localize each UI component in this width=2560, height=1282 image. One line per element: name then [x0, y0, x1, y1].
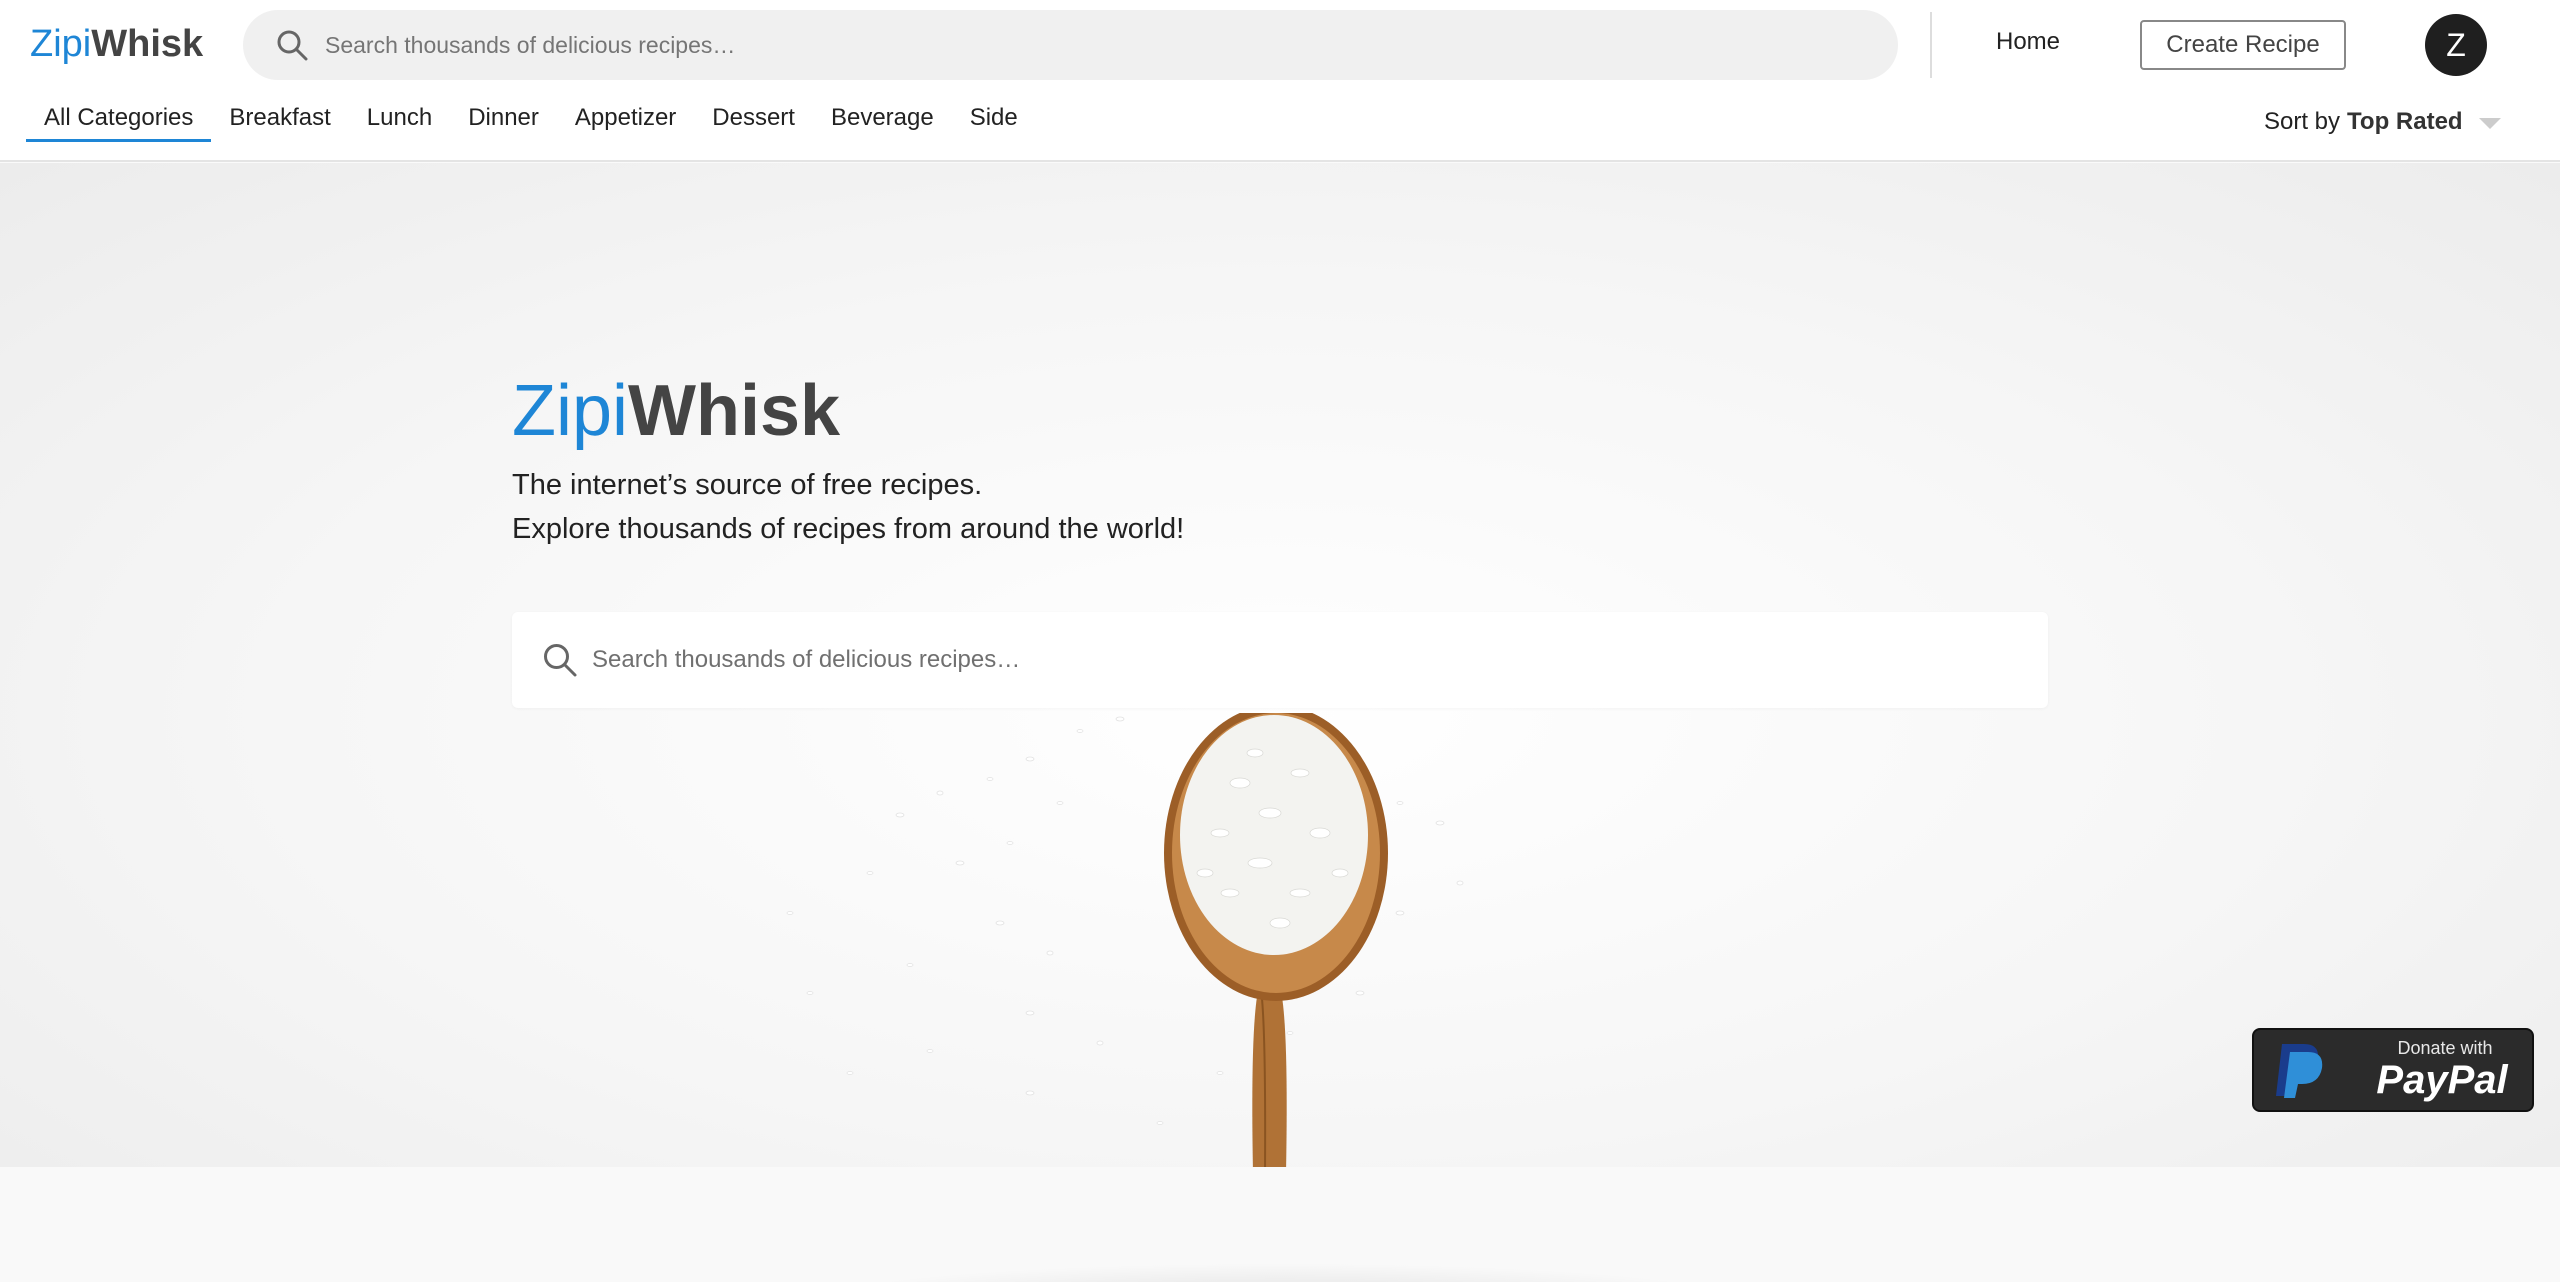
user-avatar[interactable]: Z [2425, 14, 2487, 76]
paypal-donate-button[interactable]: Donate with PayPal [2252, 1028, 2534, 1112]
tagline-line-2: Explore thousands of recipes from around… [512, 513, 1185, 545]
paypal-brand: PayPal [2376, 1058, 2508, 1102]
hero-tagline: The internet’s source of free recipes. E… [512, 463, 1184, 551]
hero-search-input[interactable] [592, 612, 2022, 708]
hero-logo-whisk: Whisk [628, 371, 841, 451]
tab-side[interactable]: Side [952, 88, 1036, 142]
header-search-input[interactable] [325, 10, 1865, 80]
tab-beverage[interactable]: Beverage [813, 88, 952, 142]
home-link[interactable]: Home [1996, 28, 2060, 56]
category-bar: All Categories Breakfast Lunch Dinner Ap… [0, 88, 2560, 162]
search-icon [544, 644, 577, 677]
spoon-image [786, 713, 1464, 1167]
header-divider [1930, 12, 1932, 78]
hero-logo-zipi: Zipi [512, 371, 629, 451]
card-shadow [800, 1263, 1760, 1282]
header-search-bar [243, 10, 1898, 80]
logo-whisk-text: Whisk [91, 23, 204, 65]
top-header: ZipiWhisk Home Create Recipe Z [0, 0, 2560, 88]
tab-all-categories[interactable]: All Categories [26, 88, 212, 142]
tab-lunch[interactable]: Lunch [349, 88, 450, 142]
hero-search-box [512, 612, 2048, 708]
category-tabs: All Categories Breakfast Lunch Dinner Ap… [26, 88, 1036, 160]
logo-zipi-text: Zipi [30, 23, 92, 65]
tab-breakfast[interactable]: Breakfast [211, 88, 348, 142]
spoon-handle [1252, 983, 1287, 1167]
sort-prefix: Sort by [2264, 108, 2341, 135]
hero-logo: ZipiWhisk [512, 369, 840, 453]
sort-value: Top Rated [2347, 108, 2463, 135]
header-logo[interactable]: ZipiWhisk [30, 22, 203, 66]
tab-dessert[interactable]: Dessert [694, 88, 813, 142]
paypal-icon [2276, 1044, 2323, 1098]
chevron-down-icon [2478, 117, 2501, 129]
tagline-line-1: The internet’s source of free recipes. [512, 469, 983, 501]
create-recipe-button[interactable]: Create Recipe [2140, 20, 2346, 70]
paypal-donate-text: Donate with [2397, 1038, 2493, 1058]
tab-appetizer[interactable]: Appetizer [557, 88, 694, 142]
sort-dropdown[interactable]: Sort by Top Rated [2264, 108, 2501, 136]
search-icon [277, 30, 308, 61]
hero-section: ZipiWhisk The internet’s source of free … [0, 163, 2560, 1167]
tab-dinner[interactable]: Dinner [450, 88, 557, 142]
content-area [0, 1167, 2560, 1282]
